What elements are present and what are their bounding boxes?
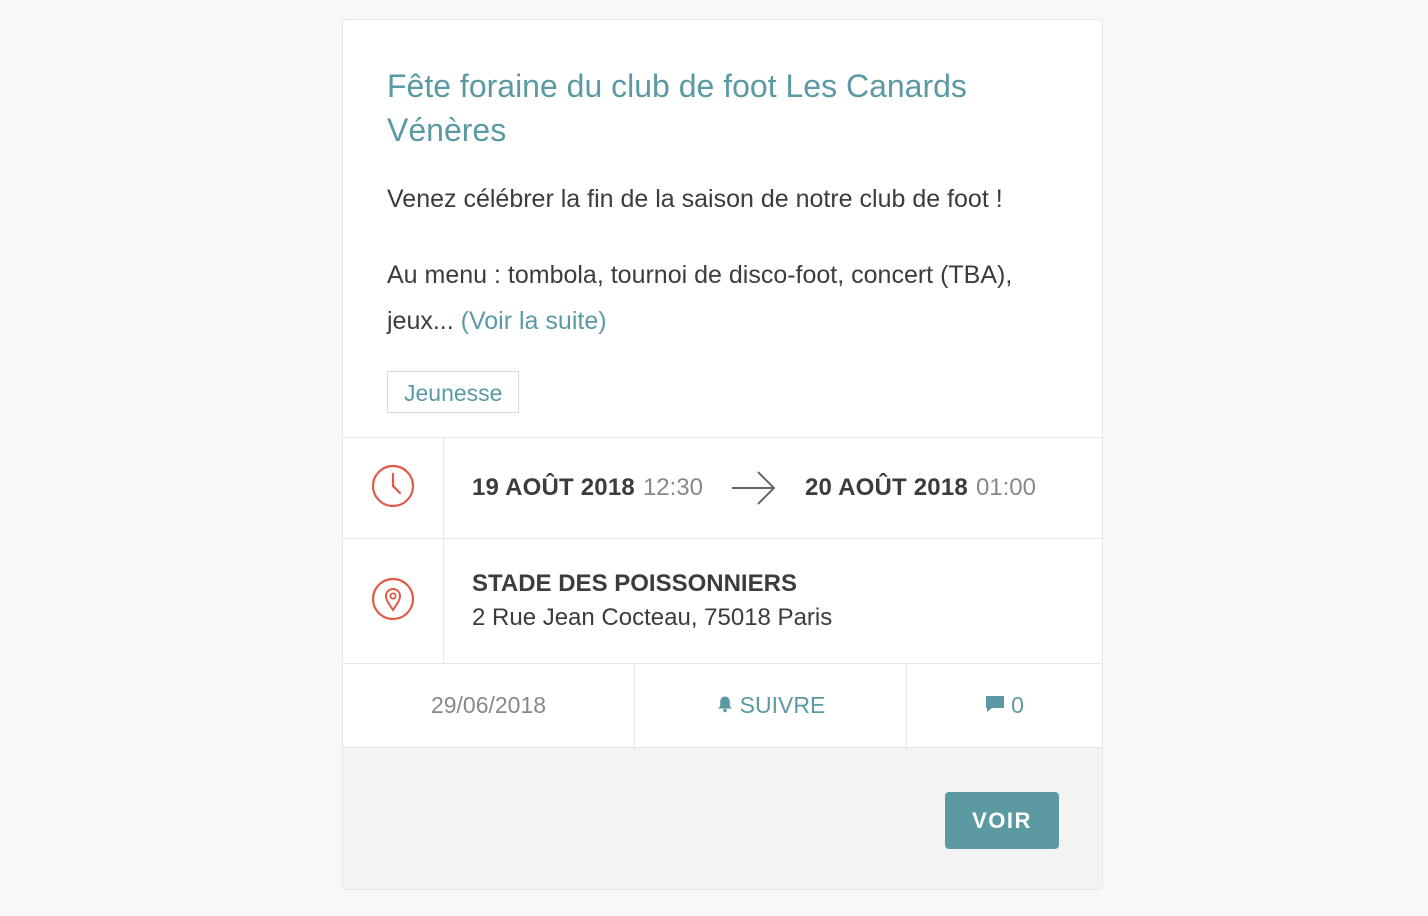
event-title[interactable]: Fête foraine du club de foot Les Canards… bbox=[387, 64, 1058, 152]
category-tag[interactable]: Jeunesse bbox=[387, 371, 520, 413]
follow-button[interactable]: SUIVRE bbox=[635, 664, 907, 747]
schedule-icon-cell bbox=[343, 438, 444, 538]
place-address: 2 Rue Jean Cocteau, 75018 Paris bbox=[472, 604, 833, 631]
event-card: Fête foraine du club de foot Les Canards… bbox=[342, 19, 1103, 890]
comment-count: 0 bbox=[1011, 692, 1024, 718]
publish-date: 29/06/2018 bbox=[343, 664, 635, 747]
clock-icon bbox=[371, 464, 415, 513]
card-footer: VOIR bbox=[343, 747, 1102, 889]
comment-icon bbox=[985, 692, 1011, 719]
event-description: Venez célébrer la fin de la saison de no… bbox=[387, 176, 1058, 222]
schedule-details: 19 AOÛT 2018 12:30 20 AOÛT 2018 01:00 bbox=[444, 438, 1102, 538]
location-text: STADE DES POISSONNIERS 2 Rue Jean Coctea… bbox=[472, 567, 832, 635]
schedule-row: 19 AOÛT 2018 12:30 20 AOÛT 2018 01:00 bbox=[343, 437, 1102, 538]
location-details: STADE DES POISSONNIERS 2 Rue Jean Coctea… bbox=[444, 539, 1102, 663]
event-content: Fête foraine du club de foot Les Canards… bbox=[343, 20, 1102, 437]
start-time: 12:30 bbox=[642, 474, 703, 501]
end-time: 01:00 bbox=[975, 474, 1036, 501]
view-button[interactable]: VOIR bbox=[945, 792, 1059, 849]
read-more-link[interactable]: (Voir la suite) bbox=[461, 307, 607, 335]
location-icon-cell bbox=[343, 539, 444, 663]
bell-icon bbox=[716, 692, 740, 719]
start-date: 19 AOÛT 2018 bbox=[472, 474, 635, 501]
description-line-1: Venez célébrer la fin de la saison de no… bbox=[387, 185, 1003, 213]
place-name: STADE DES POISSONNIERS bbox=[472, 570, 797, 597]
end-date: 20 AOÛT 2018 bbox=[805, 474, 968, 501]
arrow-right-icon bbox=[731, 470, 777, 506]
comments-button[interactable]: 0 bbox=[907, 664, 1102, 747]
event-description-more: Au menu : tombola, tournoi de disco-foot… bbox=[387, 252, 1058, 344]
location-row: STADE DES POISSONNIERS 2 Rue Jean Coctea… bbox=[343, 538, 1102, 663]
event-meta-bar: 29/06/2018 SUIVRE 0 bbox=[343, 663, 1102, 747]
map-pin-icon bbox=[371, 577, 415, 626]
follow-label: SUIVRE bbox=[739, 692, 826, 718]
